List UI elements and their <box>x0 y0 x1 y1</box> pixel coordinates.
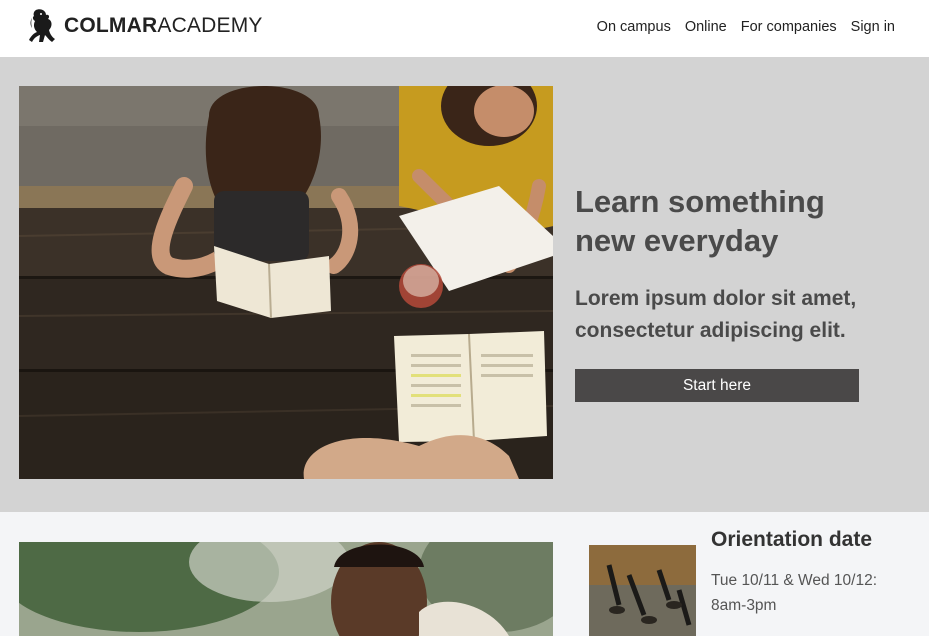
nav-link-on-campus[interactable]: On campus <box>597 19 671 35</box>
site-header: COLMARACADEMY On campus Online For compa… <box>0 0 929 57</box>
orientation-title: Orientation date <box>711 528 873 551</box>
start-here-button[interactable]: Start here <box>575 369 859 402</box>
brand-name-light: ACADEMY <box>157 14 263 37</box>
nav-link-for-companies[interactable]: For companies <box>741 19 837 35</box>
student-image <box>19 542 553 636</box>
brand-name[interactable]: COLMARACADEMY <box>64 14 263 38</box>
lion-logo-icon[interactable] <box>28 8 56 44</box>
hero-image <box>19 86 553 479</box>
hero-section: Learn something new everyday Lorem ipsum… <box>0 57 929 512</box>
orientation-date: Tue 10/11 & Wed 10/12: 8am-3pm <box>711 572 878 614</box>
orientation-thumbnail <box>589 545 696 636</box>
info-section: Orientation date Tue 10/11 & Wed 10/12: … <box>0 512 929 636</box>
nav-link-sign-in[interactable]: Sign in <box>851 19 895 35</box>
brand-name-bold: COLMAR <box>64 14 158 37</box>
hero-text-block: Learn something new everyday Lorem ipsum… <box>575 182 875 347</box>
main-nav: On campus Online For companies Sign in <box>597 19 895 35</box>
hero-title: Learn something new everyday <box>575 184 825 258</box>
nav-link-online[interactable]: Online <box>685 19 727 35</box>
hero-subtitle: Lorem ipsum dolor sit amet, consectetur … <box>575 287 857 342</box>
